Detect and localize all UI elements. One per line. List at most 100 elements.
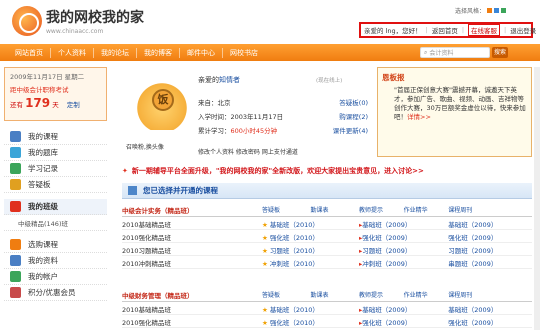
course-ref-link[interactable]: ▸习题班（2009） [359,242,449,256]
cart-icon [10,239,21,250]
star-icon: ★ [262,305,268,314]
course-link[interactable]: ★ 强化班（2010） [262,229,360,243]
star-icon: ★ [262,246,268,255]
table-col-link[interactable]: 课程周刊 [448,289,532,302]
document-icon [10,147,21,158]
style-swatch-green[interactable] [501,8,506,13]
course-ref-link[interactable]: ▸强化班（2009） [359,229,449,243]
course-table-finance: 中级财务管理（精品班） 答疑板 勤课表 教师提示 作业精华 课程周刊 2010基础精品班 ★ 基… [122,289,532,328]
section-title: 您已选择并开通的课程 [122,183,532,199]
info-row: 来自：北京 答疑板(0) [198,97,368,107]
style-swatch-orange[interactable] [487,8,492,13]
table-row: 2010基础精品班 ★ 基础班（2010） ▸基础班（2009） 基础班（2009） [122,301,532,315]
qa-count-link[interactable]: 答疑板(0) [339,97,368,107]
book-icon [10,131,21,142]
table-row: 2010基础精品班 ★ 基础班（2010） ▸基础班（2009） 基础班（2009） [122,216,532,230]
profile-info: 来自：北京 答疑板(0) 入学时间：2003年11月17日 购课程(2) 累计学习：… [198,95,368,137]
course-last-link[interactable]: 强化班（2009） [448,314,532,328]
course-link[interactable]: ★ 习题班（2010） [262,242,360,256]
avatar[interactable]: 饭 [132,75,192,130]
nav-blog[interactable]: 我的博客 [137,47,180,58]
course-link[interactable]: ★ 基础班（2010） [262,216,360,230]
sidebar: 2009年11月17日 星期二 距中级会计职称考试 还有 179 天 定制 我的… [4,67,107,330]
avatar-char: 饭 [152,89,174,111]
course-ref-link[interactable]: ▸强化班（2009） [359,314,449,328]
style-selector: 选择风格： [455,6,506,15]
notice-bar[interactable]: ✦ 新一期辅导平台全面升级，"我的网校我的家"全新改版，欢迎大家提出宝贵意见，进… [122,165,532,177]
course-link[interactable]: ★ 基础班（2010） [262,301,360,315]
date-text: 2009年11月17日 星期二 [10,73,85,81]
course-last-link[interactable]: 强化班（2009） [448,229,532,243]
home-link[interactable]: 返回首页 [432,25,458,35]
table-col-link[interactable]: 答疑板 [262,289,311,302]
star-icon: ★ [262,318,268,327]
sidebar-item-records[interactable]: 学习记录 [4,161,107,177]
star-icon: ★ [262,233,268,242]
search-button[interactable]: 搜索 [492,47,508,58]
logo[interactable]: 我的网校我的家 www.chinaacc.com [12,6,144,36]
nav-home[interactable]: 网站首页 [8,47,51,58]
nav-mail[interactable]: 邮件中心 [180,47,223,58]
nav-profile[interactable]: 个人资料 [51,47,94,58]
nav-forum[interactable]: 我的论坛 [94,47,137,58]
table-col-link[interactable]: 课程周刊 [448,204,532,217]
sidebar-item-buy[interactable]: 选购课程 [4,237,107,253]
sidebar-item-class-group[interactable]: 中级精品(146)班 [4,215,107,231]
course-link[interactable]: ★ 强化班（2010） [262,314,360,328]
scrollbar[interactable] [534,67,540,330]
section-icon [128,186,137,195]
sidebar-item-materials[interactable]: 我的资料 [4,253,107,269]
search-icon: ⌕ [424,48,428,56]
course-link[interactable]: ★ 冲刺班（2010） [262,255,360,269]
table-row: 2010强化精品班 ★ 强化班（2010） ▸强化班（2009） 强化班（2009） [122,229,532,243]
table-header: 中级会计实务（精品班） [122,204,262,217]
sidebar-item-courses[interactable]: 我的课程 [4,129,107,145]
logo-url: www.chinaacc.com [46,28,104,35]
table-header: 中级财务管理（精品班） [122,289,262,302]
table-row: 2010冲刺精品班 ★ 冲刺班（2010） ▸冲刺班（2009） 串题班（2009） [122,255,532,269]
record-icon [10,163,21,174]
course-ref-link[interactable]: ▸冲刺班（2009） [359,255,449,269]
course-ref-link[interactable]: ▸基础班（2009） [359,301,449,315]
course-last-link[interactable]: 串题班（2009） [448,255,532,269]
table-col-link[interactable]: 教师提示 [359,204,404,217]
course-last-link[interactable]: 基础班（2009） [448,301,532,315]
table-col-link[interactable]: 教师提示 [359,289,404,302]
countdown-title: 距中级会计职称考试 [10,86,69,94]
sidebar-item-class[interactable]: 我的班级 [4,199,107,215]
nav-bookstore[interactable]: 网校书店 [223,48,265,58]
announcement-body: "首届正保创意大赛"震撼开幕，诚邀天下英才，参加广告、歌曲、视频、动画、吉祥物等… [394,86,526,121]
avatar-links[interactable]: 召唤粉,换头像 [126,142,164,151]
course-name: 2010强化精品班 [122,229,262,243]
table-col-link[interactable]: 答疑板 [262,204,311,217]
sidebar-item-questions[interactable]: 我的题库 [4,145,107,161]
search-input[interactable]: ⌕ 会计资料 [420,47,490,58]
table-row: 2010强化精品班 ★ 强化班（2010） ▸强化班（2009） 强化班（2009） [122,314,532,328]
course-last-link[interactable]: 习题班（2009） [448,242,532,256]
question-icon [10,179,21,190]
sidebar-item-points[interactable]: 积分/优惠会员 [4,285,107,301]
table-col-link[interactable]: 作业精华 [403,289,449,302]
sidebar-item-account[interactable]: 我的帐户 [4,269,107,285]
style-swatch-blue[interactable] [494,8,499,13]
update-count-link[interactable]: 课件更新(4) [333,125,368,135]
online-service-link[interactable]: 在线客服 [468,24,501,36]
course-count-link[interactable]: 购课程(2) [339,111,368,121]
table-col-link[interactable]: 作业精华 [403,204,449,217]
sidebar-item-qa[interactable]: 答疑板 [4,177,107,193]
announcement-link[interactable]: 详情>> [407,113,431,121]
course-ref-link[interactable]: ▸基础班（2009） [359,216,449,230]
sidebar-menu: 我的课程 我的题库 学习记录 答疑板 我的班级 中级精品(146)班 选购课程 … [4,129,107,301]
countdown-days: 179 [25,96,51,110]
table-col-link[interactable]: 勤课表 [310,204,360,217]
profile-links[interactable]: 修改个人资料 修改密码 网上支付通道 [198,147,298,156]
notice-icon: ✦ [122,167,128,175]
table-col-link[interactable]: 勤课表 [310,289,360,302]
star-icon: ★ [262,220,268,229]
countdown-set-link[interactable]: 定制 [67,101,80,109]
logout-link[interactable]: 退出登录 [510,25,536,35]
user-name[interactable]: 知情者 [219,76,240,84]
study-time: 600小时45分钟 [230,127,278,135]
course-last-link[interactable]: 基础班（2009） [448,216,532,230]
folder-icon [10,255,21,266]
